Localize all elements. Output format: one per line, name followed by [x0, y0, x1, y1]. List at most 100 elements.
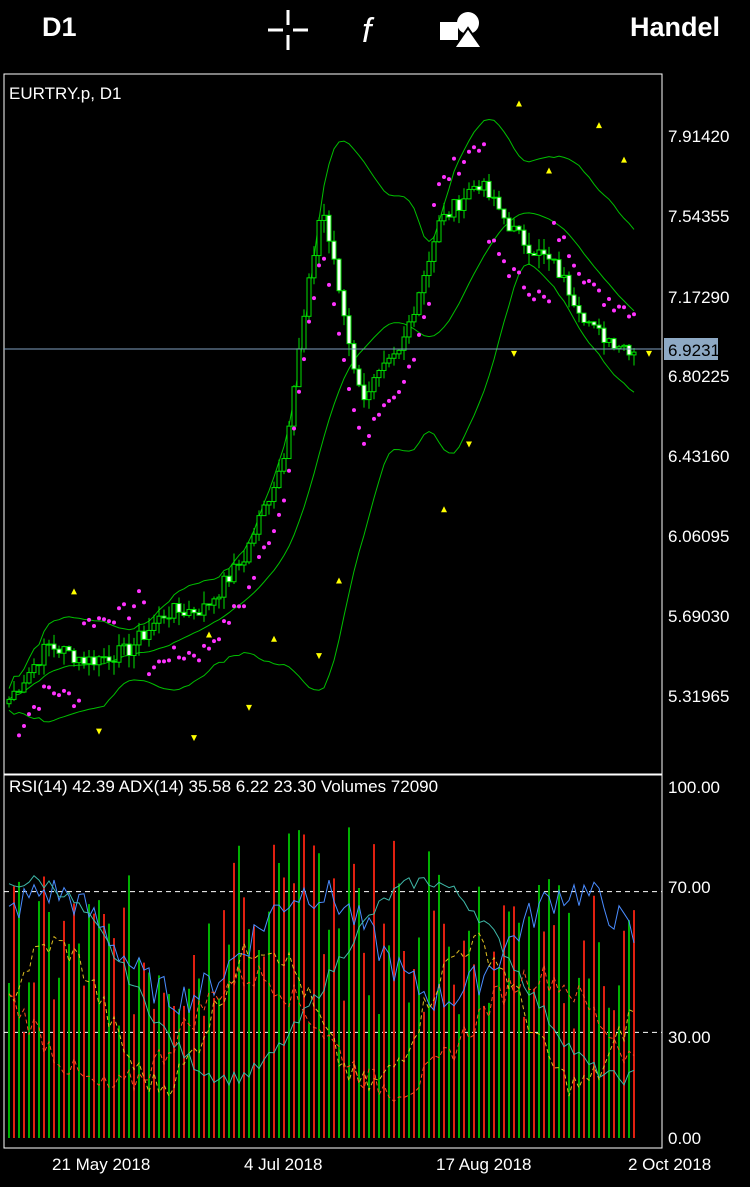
candle-body [531, 253, 537, 256]
candle-body [176, 603, 182, 613]
sar-dot [517, 270, 521, 275]
candle-body [431, 241, 437, 262]
sar-dot [147, 672, 151, 677]
sar-dot [117, 606, 121, 611]
candle-body [251, 533, 257, 544]
crosshair-icon[interactable] [266, 8, 310, 52]
candle-body [301, 315, 307, 350]
sar-dot [157, 659, 161, 664]
timeframe-button[interactable]: D1 [42, 12, 77, 43]
main-chart-frame [3, 73, 663, 775]
candle-body [356, 368, 362, 386]
price-tick: 7.91420 [668, 127, 729, 146]
chart-area[interactable]: 6.92315 EURTRY.p, D1 RSI(14) 42.39 ADX(1… [0, 62, 750, 1182]
sar-dot [412, 357, 416, 362]
candle-body [501, 208, 507, 219]
trade-button[interactable]: Handel [630, 12, 720, 43]
sar-dot [42, 684, 46, 689]
price-tick: 6.06095 [668, 527, 729, 546]
candle-body [511, 225, 517, 232]
sar-dot [552, 220, 556, 225]
sar-dot [592, 282, 596, 287]
sar-dot [567, 254, 571, 259]
candle-body [166, 617, 172, 620]
candle-body [181, 611, 187, 616]
candle-body [11, 690, 17, 700]
sar-dot [82, 621, 86, 626]
candle-body [61, 646, 67, 654]
sar-dot [167, 658, 171, 663]
candle-body [221, 575, 227, 598]
sar-dot [612, 308, 616, 313]
candle-body [461, 198, 467, 211]
candle-body [91, 656, 97, 666]
candle-body [406, 321, 412, 338]
candle-body [471, 185, 477, 190]
sar-dot [362, 441, 366, 446]
current-price-label: 6.92315 [668, 341, 729, 360]
candle-body [246, 542, 252, 563]
candle-body [146, 629, 152, 640]
candle-body [66, 646, 72, 652]
sar-dot [557, 238, 561, 243]
sar-dot [432, 203, 436, 208]
candle-body [6, 698, 12, 705]
candle-body [456, 199, 462, 211]
sar-dot [397, 390, 401, 395]
fractal-up-marker [71, 588, 77, 595]
sar-dot [622, 305, 626, 310]
sub-tick: 100.00 [668, 778, 720, 797]
time-tick: 4 Jul 2018 [244, 1155, 322, 1174]
candle-body [206, 603, 212, 606]
sar-dot [387, 398, 391, 403]
candle-body [186, 608, 192, 616]
sar-dot [547, 299, 551, 304]
candle-body [76, 656, 82, 664]
sar-dot [357, 425, 361, 430]
sar-dot [332, 302, 336, 307]
sar-dot [312, 296, 316, 301]
candle-body [411, 313, 417, 323]
sar-dot [227, 620, 231, 625]
sar-dot [107, 619, 111, 624]
sar-dot [207, 646, 211, 651]
sar-dot [122, 602, 126, 607]
candle-body [116, 645, 122, 663]
sar-dot [97, 616, 101, 621]
candle-body [71, 650, 77, 664]
candle-body [286, 425, 292, 460]
price-tick: 6.43160 [668, 447, 729, 466]
sar-dot [297, 389, 301, 394]
bollinger-bands [8, 118, 635, 723]
candle-body [346, 315, 352, 345]
fractal-down-marker [646, 350, 652, 357]
sar-dot [477, 148, 481, 153]
candle-body [266, 501, 272, 506]
sar-dot [382, 403, 386, 408]
function-icon[interactable]: f [352, 8, 396, 52]
sar-dot [427, 301, 431, 306]
candle-body [551, 258, 557, 261]
symbol-label: EURTRY.p, D1 [9, 84, 121, 103]
sar-dot [127, 616, 131, 621]
sar-dot [502, 259, 506, 264]
price-tick: 6.80225 [668, 367, 729, 386]
sar-dot [177, 655, 181, 660]
sar-dot [632, 312, 636, 317]
sar-dot [417, 332, 421, 337]
price-tick: 7.54355 [668, 207, 729, 226]
sar-dot [52, 691, 56, 696]
candle-body [96, 656, 102, 666]
candle-body [271, 487, 277, 503]
candle-body [626, 344, 632, 356]
sar-dot [182, 656, 186, 661]
candle-body [281, 458, 287, 472]
upper-band [8, 118, 635, 689]
fractal-down-marker [316, 653, 322, 660]
candle-body [541, 249, 547, 255]
shapes-icon[interactable] [438, 8, 484, 52]
sar-dot [512, 267, 516, 272]
candle-body [476, 185, 482, 191]
candle-body [601, 327, 607, 343]
candle-body [81, 656, 87, 665]
